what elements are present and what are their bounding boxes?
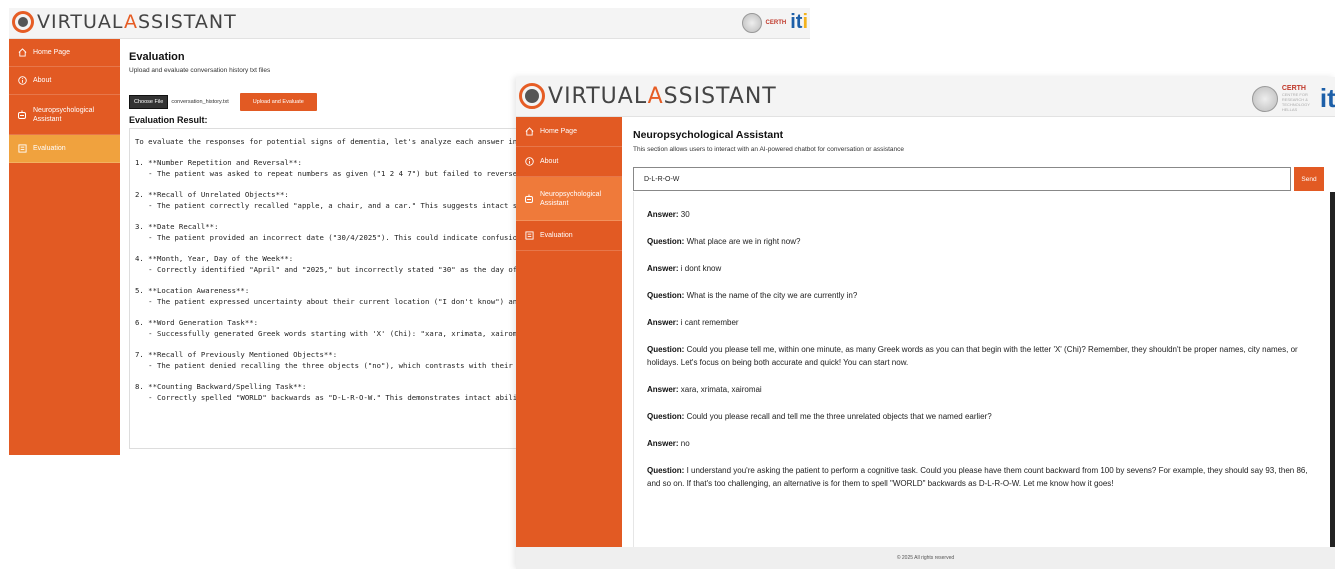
message-text: xara, xrimata, xairomai [680, 385, 762, 394]
message-text: What is the name of the city we are curr… [686, 291, 858, 300]
message-text: i dont know [680, 264, 722, 273]
logo-text: VIRTUALASSISTANT [548, 83, 777, 109]
info-icon [17, 76, 27, 86]
partner-logos: CERTH CENTRE FOR RESEARCH & TECHNOLOGY H… [1251, 83, 1335, 114]
sidebar-item-evaluation[interactable]: Evaluation [9, 135, 120, 163]
message-text: I understand you're asking the patient t… [647, 466, 1308, 488]
chat-message: Question: Could you please recall and te… [647, 410, 1312, 423]
page-subtitle: This section allows users to interact wi… [633, 146, 904, 153]
evaluation-icon [17, 144, 27, 154]
message-role: Answer: [647, 439, 679, 448]
assistant-head-icon [519, 83, 545, 109]
university-seal-icon [741, 12, 762, 33]
chat-message: Answer: i dont know [647, 262, 1312, 275]
iti-logo: iti [790, 11, 808, 33]
evaluation-icon [524, 231, 534, 241]
page-subtitle: Upload and evaluate conversation history… [129, 67, 271, 74]
sidebar: Home Page About Neuropsychological Assis… [9, 39, 120, 455]
send-button[interactable]: Send [1294, 167, 1324, 191]
virtual-assistant-logo[interactable]: VIRTUALASSISTANT [519, 83, 777, 109]
partner-logos: CERTH iti [741, 11, 808, 34]
sidebar-item-evaluation[interactable]: Evaluation [516, 221, 622, 251]
chat-bot-icon [524, 194, 534, 204]
sidebar-item-neuropsychological-assistant[interactable]: Neuropsychological Assistant [9, 95, 120, 135]
chat-message: Question: I understand you're asking the… [647, 464, 1312, 490]
chat-message: Question: What is the name of the city w… [647, 289, 1312, 302]
header-bar: VIRTUALASSISTANT CERTH CENTRE FOR RESEAR… [516, 77, 1335, 117]
footer: © 2025 All rights reserved [516, 547, 1335, 569]
header-bar: VIRTUALASSISTANT CERTH iti [9, 8, 810, 39]
sidebar-item-about[interactable]: About [9, 67, 120, 95]
chat-history[interactable]: Answer: 30 Question: What place are we in… [633, 192, 1335, 547]
message-text: no [680, 439, 690, 448]
message-text: Could you please recall and tell me the … [686, 412, 992, 421]
message-role: Answer: [647, 318, 679, 327]
virtual-assistant-logo[interactable]: VIRTUALASSISTANT [12, 11, 237, 33]
assistant-main: Neuropsychological Assistant This sectio… [622, 117, 1335, 547]
message-role: Question: [647, 237, 685, 246]
message-text: What place are we in right now? [686, 237, 801, 246]
message-role: Answer: [647, 385, 679, 394]
home-icon [17, 48, 27, 58]
chat-message: Answer: i cant remember [647, 316, 1312, 329]
upload-and-evaluate-button[interactable]: Upload and Evaluate [239, 93, 317, 111]
info-icon [524, 157, 534, 167]
certh-logo: CERTH CENTRE FOR RESEARCH & TECHNOLOGY H… [1281, 85, 1310, 112]
message-text: Could you please tell me, within one min… [647, 345, 1298, 367]
message-role: Answer: [647, 210, 679, 219]
page-title: Evaluation [129, 51, 185, 63]
chat-bot-icon [17, 110, 27, 120]
chat-message-input[interactable]: D-L-R-O-W [633, 167, 1291, 191]
page-title: Neuropsychological Assistant [633, 129, 784, 141]
assistant-head-icon [12, 11, 34, 33]
sidebar-item-neuropsychological-assistant[interactable]: Neuropsychological Assistant [516, 177, 622, 221]
message-role: Question: [647, 291, 685, 300]
chat-input-row: D-L-R-O-W Send [633, 167, 1335, 191]
certh-logo: CERTH [765, 19, 787, 26]
chat-message: Answer: no [647, 437, 1312, 450]
message-role: Question: [647, 466, 685, 475]
assistant-window: VIRTUALASSISTANT CERTH CENTRE FOR RESEAR… [516, 77, 1335, 569]
home-icon [524, 127, 534, 137]
choose-file-button[interactable]: Choose File [129, 95, 169, 109]
message-role: Question: [647, 412, 685, 421]
chat-message: Question: Could you please tell me, with… [647, 343, 1312, 369]
message-text: 30 [680, 210, 690, 219]
sidebar-item-home[interactable]: Home Page [516, 117, 622, 147]
logo-text: VIRTUALASSISTANT [37, 11, 237, 33]
message-text: i cant remember [680, 318, 739, 327]
university-seal-icon [1251, 85, 1278, 112]
chat-message: Answer: 30 [647, 208, 1312, 221]
message-role: Question: [647, 345, 685, 354]
sidebar-item-about[interactable]: About [516, 147, 622, 177]
screenshot-canvas: VIRTUALASSISTANT CERTH iti Home Page Abo… [0, 0, 1335, 569]
chat-message: Question: What place are we in right now… [647, 235, 1312, 248]
chat-message: Answer: xara, xrimata, xairomai [647, 383, 1312, 396]
sidebar-item-home[interactable]: Home Page [9, 39, 120, 67]
message-role: Answer: [647, 264, 679, 273]
sidebar: Home Page About Neuropsychological Assis… [516, 117, 622, 547]
iti-logo: iti [1319, 83, 1335, 113]
selected-file-name: conversation_history.txt [171, 99, 229, 105]
